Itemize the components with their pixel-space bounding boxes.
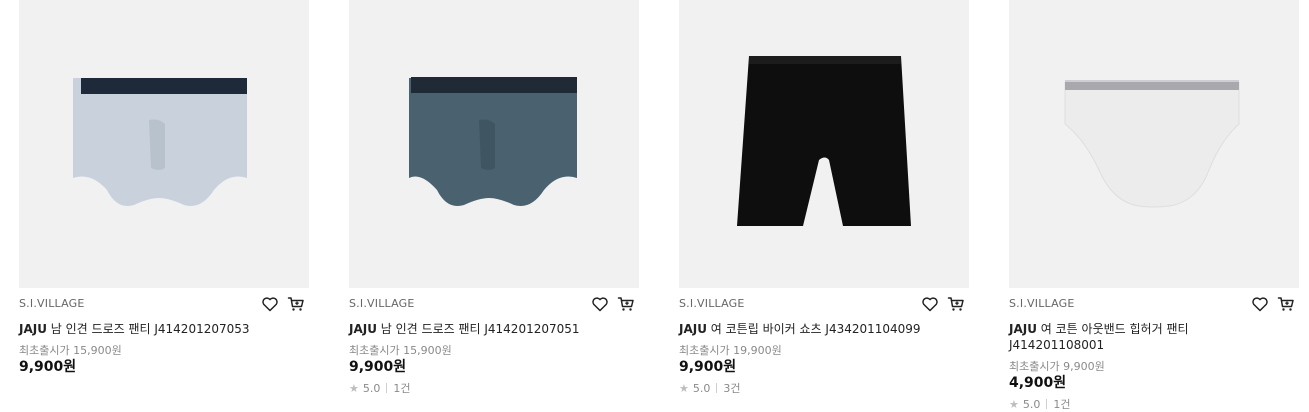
divider xyxy=(386,383,388,393)
product-brand-bold: JAJU xyxy=(19,322,47,336)
review-count: 1건 xyxy=(393,382,411,395)
sale-price: 9,900원 xyxy=(19,359,77,375)
card-actions xyxy=(1251,295,1295,313)
card-actions xyxy=(921,295,965,313)
review-count: 3건 xyxy=(723,382,741,395)
sale-price: 9,900원 xyxy=(349,359,407,375)
product-name-text: 남 인견 드로즈 팬티 J414201207051 xyxy=(376,322,580,336)
star-icon: ★ xyxy=(679,381,689,395)
product-card[interactable]: S.I.VILLAGE JAJU 여 코튼립 바이커 쇼츠 J434201104… xyxy=(679,0,969,406)
cart-icon[interactable] xyxy=(617,295,635,313)
product-name-text: 남 인견 드로즈 팬티 J414201207053 xyxy=(46,322,250,336)
rating-value: 5.0 xyxy=(1022,397,1041,411)
biker-shorts-black-image xyxy=(737,56,911,226)
review-count: 1건 xyxy=(1053,398,1071,411)
brand-label[interactable]: S.I.VILLAGE xyxy=(349,297,415,310)
card-actions xyxy=(591,295,635,313)
product-card[interactable]: S.I.VILLAGE JAJU 남 인견 드로즈 팬티 J4142012070… xyxy=(19,0,309,406)
hipster-panty-white-image xyxy=(1064,80,1240,208)
product-grid: S.I.VILLAGE JAJU 남 인견 드로즈 팬티 J4142012070… xyxy=(0,0,1309,411)
brand-label[interactable]: S.I.VILLAGE xyxy=(1009,297,1075,310)
product-brand-bold: JAJU xyxy=(679,322,707,336)
card-actions xyxy=(261,295,305,313)
star-icon: ★ xyxy=(349,381,359,395)
product-brand-bold: JAJU xyxy=(1009,322,1037,336)
heart-icon[interactable] xyxy=(921,295,939,313)
brand-label[interactable]: S.I.VILLAGE xyxy=(679,297,745,310)
cart-icon[interactable] xyxy=(1277,295,1295,313)
brand-label[interactable]: S.I.VILLAGE xyxy=(19,297,85,310)
rating-value: 5.0 xyxy=(362,381,381,395)
cart-icon[interactable] xyxy=(947,295,965,313)
divider xyxy=(716,383,718,393)
sale-price: 4,900원 xyxy=(1009,375,1067,391)
product-name[interactable]: JAJU 여 코튼립 바이커 쇼츠 J434201104099 xyxy=(679,321,949,337)
cart-icon[interactable] xyxy=(287,295,305,313)
product-name[interactable]: JAJU 남 인견 드로즈 팬티 J414201207053 xyxy=(19,321,289,337)
sale-price: 9,900원 xyxy=(679,359,737,375)
product-image[interactable] xyxy=(349,0,639,288)
product-image[interactable] xyxy=(1009,0,1299,288)
product-image[interactable] xyxy=(19,0,309,288)
product-brand-bold: JAJU xyxy=(349,322,377,336)
boxer-slate-blue-image xyxy=(409,77,577,206)
rating-value: 5.0 xyxy=(692,381,711,395)
product-name-text: 여 코튼립 바이커 쇼츠 J434201104099 xyxy=(706,322,921,336)
product-name[interactable]: JAJU 남 인견 드로즈 팬티 J414201207051 xyxy=(349,321,619,337)
rating-row: ★ 5.0 1건 xyxy=(349,380,411,396)
product-card[interactable]: S.I.VILLAGE JAJU 여 코튼 아웃밴드 힙허거 팬티 J41420… xyxy=(1009,0,1299,411)
heart-icon[interactable] xyxy=(591,295,609,313)
star-icon: ★ xyxy=(1009,397,1019,411)
product-card[interactable]: S.I.VILLAGE JAJU 남 인견 드로즈 팬티 J4142012070… xyxy=(349,0,639,406)
product-name[interactable]: JAJU 여 코튼 아웃밴드 힙허거 팬티 J414201108001 xyxy=(1009,321,1279,353)
boxer-light-blue-image xyxy=(73,78,247,206)
product-image[interactable] xyxy=(679,0,969,288)
rating-row: ★ 5.0 1건 xyxy=(1009,396,1071,412)
heart-icon[interactable] xyxy=(261,295,279,313)
divider xyxy=(1046,399,1048,409)
heart-icon[interactable] xyxy=(1251,295,1269,313)
rating-row: ★ 5.0 3건 xyxy=(679,380,741,396)
